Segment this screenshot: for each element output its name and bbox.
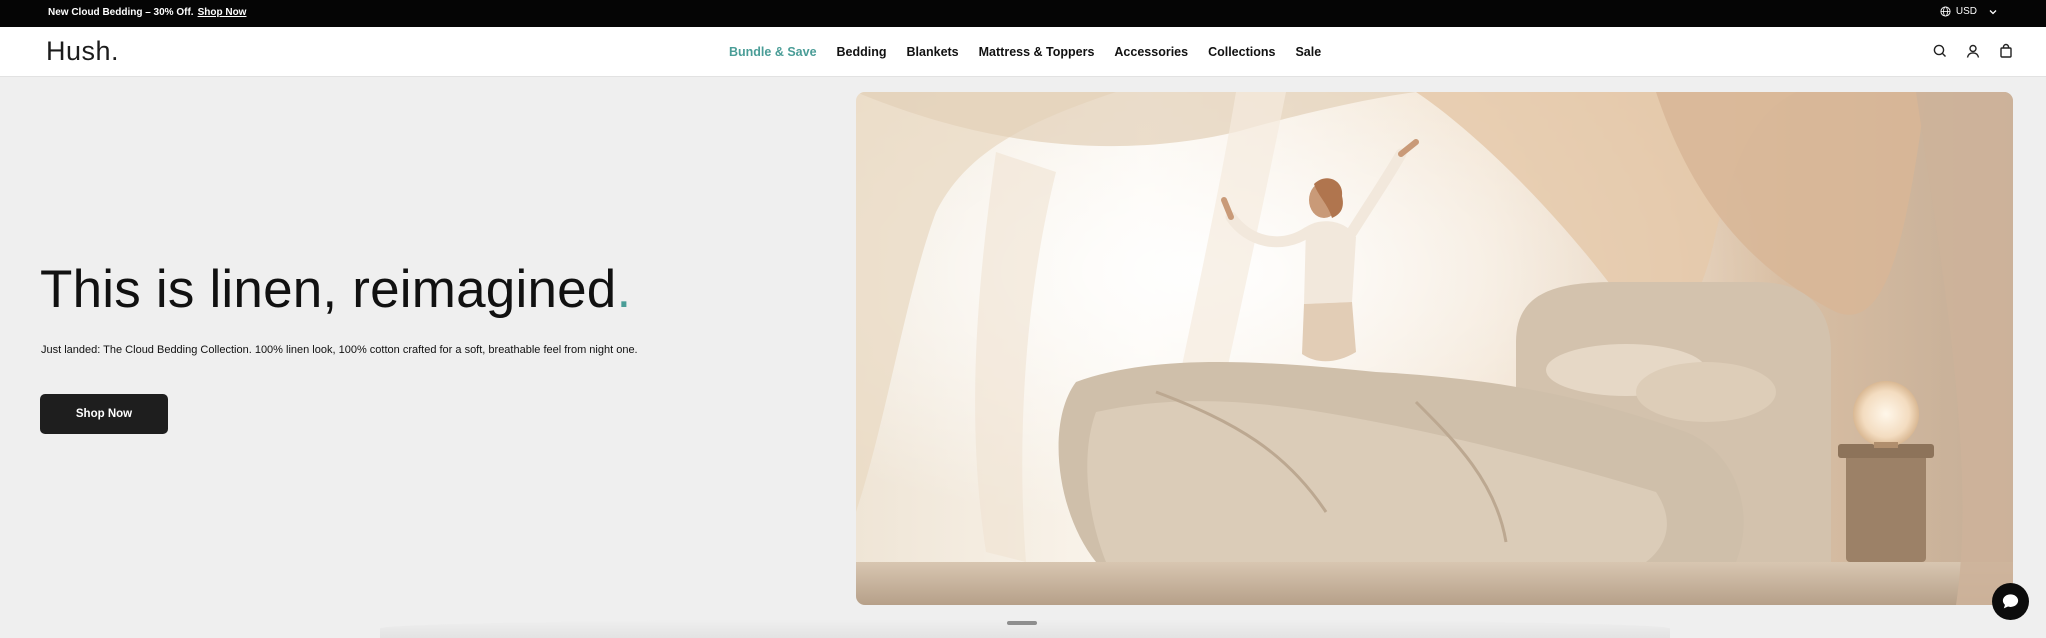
main-nav: Bundle & Save Bedding Blankets Mattress … [729,45,1321,59]
nav-item-mattress-toppers[interactable]: Mattress & Toppers [979,45,1095,59]
hero-image-panel [856,77,2046,638]
search-icon[interactable] [1932,43,1948,59]
cart-icon[interactable] [1998,43,2014,59]
announcement-text: New Cloud Bedding – 30% Off. [48,7,194,18]
hero-title-dot: . [616,260,632,319]
scroll-handle[interactable] [1007,621,1037,625]
nav-item-sale[interactable]: Sale [1295,45,1321,59]
hero-image[interactable] [856,92,2013,605]
header-actions [1932,43,2014,59]
chevron-down-icon [1988,7,1998,17]
account-icon[interactable] [1965,43,1981,59]
announcement-bar: New Cloud Bedding – 30% Off. Shop Now US… [0,0,2046,27]
site-header: Hush. Bundle & Save Bedding Blankets Mat… [0,27,2046,77]
announcement-shop-now-link[interactable]: Shop Now [198,7,247,18]
site-logo[interactable]: Hush. [46,36,119,67]
nav-item-blankets[interactable]: Blankets [907,45,959,59]
globe-icon [1940,6,1951,17]
currency-selector[interactable]: USD [1940,6,1998,17]
hero-title: This is linen, reimagined. [40,259,631,320]
hero-shop-now-button[interactable]: Shop Now [40,394,168,434]
nav-item-bundle-save[interactable]: Bundle & Save [729,45,817,59]
nav-item-bedding[interactable]: Bedding [837,45,887,59]
hero-subtitle: Just landed: The Cloud Bedding Collectio… [41,344,638,356]
nav-item-collections[interactable]: Collections [1208,45,1275,59]
announcement-promo: New Cloud Bedding – 30% Off. Shop Now [48,7,246,18]
hero-text-panel: This is linen, reimagined. Just landed: … [0,77,856,638]
nav-item-accessories[interactable]: Accessories [1114,45,1188,59]
chat-widget-button[interactable] [1992,583,2029,620]
hero-title-text: This is linen, reimagined [40,260,617,319]
currency-label: USD [1955,6,1977,17]
